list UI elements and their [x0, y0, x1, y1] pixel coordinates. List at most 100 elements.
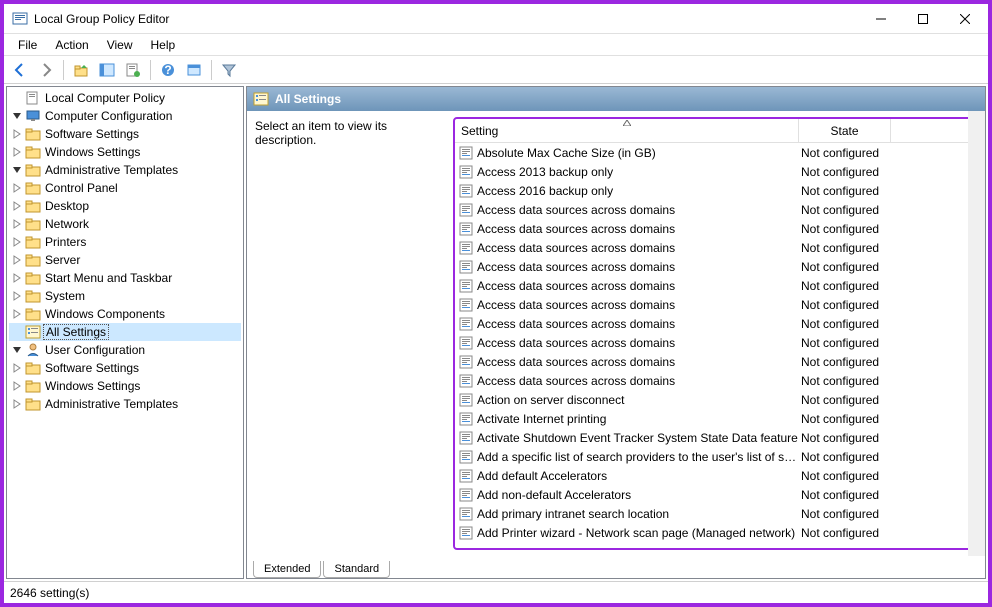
- folder-icon: [25, 360, 41, 376]
- tab-extended[interactable]: Extended: [253, 561, 321, 578]
- filter-button[interactable]: [217, 59, 241, 81]
- tree-item-network[interactable]: Network: [9, 215, 241, 233]
- expand-icon[interactable]: [11, 290, 23, 302]
- setting-row[interactable]: Access data sources across domainsNot co…: [455, 314, 977, 333]
- setting-name: Access data sources across domains: [477, 241, 799, 255]
- setting-state: Not configured: [799, 260, 891, 274]
- help-button[interactable]: ?: [156, 59, 180, 81]
- setting-row[interactable]: Access 2013 backup onlyNot configured: [455, 162, 977, 181]
- tree-label: User Configuration: [43, 343, 147, 357]
- setting-state: Not configured: [799, 507, 891, 521]
- close-button[interactable]: [944, 5, 986, 33]
- expand-icon[interactable]: [11, 380, 23, 392]
- window-title: Local Group Policy Editor: [34, 12, 860, 26]
- setting-row[interactable]: Access data sources across domainsNot co…: [455, 238, 977, 257]
- tree-root[interactable]: Local Computer Policy: [9, 89, 241, 107]
- setting-row[interactable]: Activate Shutdown Event Tracker System S…: [455, 428, 977, 447]
- tree-item-windows-settings[interactable]: Windows Settings: [9, 143, 241, 161]
- tree-item-all-settings[interactable]: All Settings: [9, 323, 241, 341]
- expand-icon[interactable]: [11, 236, 23, 248]
- tree-label: Windows Components: [43, 307, 167, 321]
- folder-icon: [25, 288, 41, 304]
- setting-row[interactable]: Activate Internet printingNot configured: [455, 409, 977, 428]
- tree-item-desktop[interactable]: Desktop: [9, 197, 241, 215]
- properties-button[interactable]: [121, 59, 145, 81]
- list-body[interactable]: Absolute Max Cache Size (in GB)Not confi…: [455, 143, 977, 548]
- setting-row[interactable]: Access 2016 backup onlyNot configured: [455, 181, 977, 200]
- menu-action[interactable]: Action: [47, 36, 96, 54]
- computer-icon: [25, 108, 41, 124]
- up-button[interactable]: [69, 59, 93, 81]
- setting-row[interactable]: Absolute Max Cache Size (in GB)Not confi…: [455, 143, 977, 162]
- tree-user-configuration[interactable]: User Configuration: [9, 341, 241, 359]
- setting-row[interactable]: Add Printer wizard - Network scan page (…: [455, 523, 977, 542]
- setting-row[interactable]: Add primary intranet search locationNot …: [455, 504, 977, 523]
- menu-help[interactable]: Help: [143, 36, 184, 54]
- tree-item-administrative-templates[interactable]: Administrative Templates: [9, 161, 241, 179]
- expand-icon[interactable]: [11, 398, 23, 410]
- minimize-button[interactable]: [860, 5, 902, 33]
- tree-item-administrative-templates[interactable]: Administrative Templates: [9, 395, 241, 413]
- tree-item-start-menu-and-taskbar[interactable]: Start Menu and Taskbar: [9, 269, 241, 287]
- back-button[interactable]: [8, 59, 32, 81]
- tree-item-software-settings[interactable]: Software Settings: [9, 359, 241, 377]
- folder-icon: [25, 126, 41, 142]
- collapse-icon[interactable]: [11, 344, 23, 356]
- tree-item-control-panel[interactable]: Control Panel: [9, 179, 241, 197]
- setting-row[interactable]: Access data sources across domainsNot co…: [455, 219, 977, 238]
- expand-icon[interactable]: [11, 362, 23, 374]
- vertical-scrollbar[interactable]: [968, 111, 985, 556]
- column-header-setting[interactable]: Setting: [455, 119, 799, 142]
- setting-row[interactable]: Access data sources across domainsNot co…: [455, 333, 977, 352]
- collapse-icon[interactable]: [11, 164, 23, 176]
- setting-row[interactable]: Access data sources across domainsNot co…: [455, 295, 977, 314]
- show-tree-button[interactable]: [95, 59, 119, 81]
- column-header-state[interactable]: State: [799, 119, 891, 142]
- tree-item-windows-settings[interactable]: Windows Settings: [9, 377, 241, 395]
- setting-row[interactable]: Add non-default AcceleratorsNot configur…: [455, 485, 977, 504]
- setting-name: Access data sources across domains: [477, 203, 799, 217]
- setting-row[interactable]: Add default AcceleratorsNot configured: [455, 466, 977, 485]
- expand-icon[interactable]: [11, 308, 23, 320]
- setting-row[interactable]: Add a specific list of search providers …: [455, 447, 977, 466]
- tree-item-system[interactable]: System: [9, 287, 241, 305]
- settings-list-icon: [253, 91, 269, 107]
- collapse-icon[interactable]: [11, 110, 23, 122]
- expand-icon[interactable]: [11, 254, 23, 266]
- forward-button[interactable]: [34, 59, 58, 81]
- setting-state: Not configured: [799, 526, 891, 540]
- menu-view[interactable]: View: [99, 36, 141, 54]
- menubar: File Action View Help: [4, 34, 988, 56]
- expand-icon[interactable]: [11, 218, 23, 230]
- setting-row[interactable]: Access data sources across domainsNot co…: [455, 257, 977, 276]
- tree-item-windows-components[interactable]: Windows Components: [9, 305, 241, 323]
- list-header: Setting State: [455, 119, 977, 143]
- menu-file[interactable]: File: [10, 36, 45, 54]
- expand-icon[interactable]: [11, 146, 23, 158]
- tree-item-server[interactable]: Server: [9, 251, 241, 269]
- expand-icon[interactable]: [11, 272, 23, 284]
- maximize-button[interactable]: [902, 5, 944, 33]
- setting-row[interactable]: Access data sources across domainsNot co…: [455, 371, 977, 390]
- setting-row[interactable]: Action on server disconnectNot configure…: [455, 390, 977, 409]
- tree-item-printers[interactable]: Printers: [9, 233, 241, 251]
- options-button[interactable]: [182, 59, 206, 81]
- toolbar-separator: [63, 60, 64, 80]
- tree-computer-configuration[interactable]: Computer Configuration: [9, 107, 241, 125]
- tree-pane[interactable]: Local Computer Policy Computer Configura…: [6, 86, 244, 579]
- folder-icon: [25, 378, 41, 394]
- content-area: Select an item to view its description. …: [247, 111, 985, 556]
- setting-state: Not configured: [799, 241, 891, 255]
- tab-standard[interactable]: Standard: [323, 561, 390, 578]
- setting-state: Not configured: [799, 279, 891, 293]
- setting-name: Access data sources across domains: [477, 260, 799, 274]
- tree-item-software-settings[interactable]: Software Settings: [9, 125, 241, 143]
- setting-row[interactable]: Access data sources across domainsNot co…: [455, 276, 977, 295]
- expand-icon[interactable]: [11, 128, 23, 140]
- setting-icon: [455, 469, 477, 483]
- setting-icon: [455, 146, 477, 160]
- expand-icon[interactable]: [11, 182, 23, 194]
- expand-icon[interactable]: [11, 200, 23, 212]
- setting-row[interactable]: Access data sources across domainsNot co…: [455, 200, 977, 219]
- setting-row[interactable]: Access data sources across domainsNot co…: [455, 352, 977, 371]
